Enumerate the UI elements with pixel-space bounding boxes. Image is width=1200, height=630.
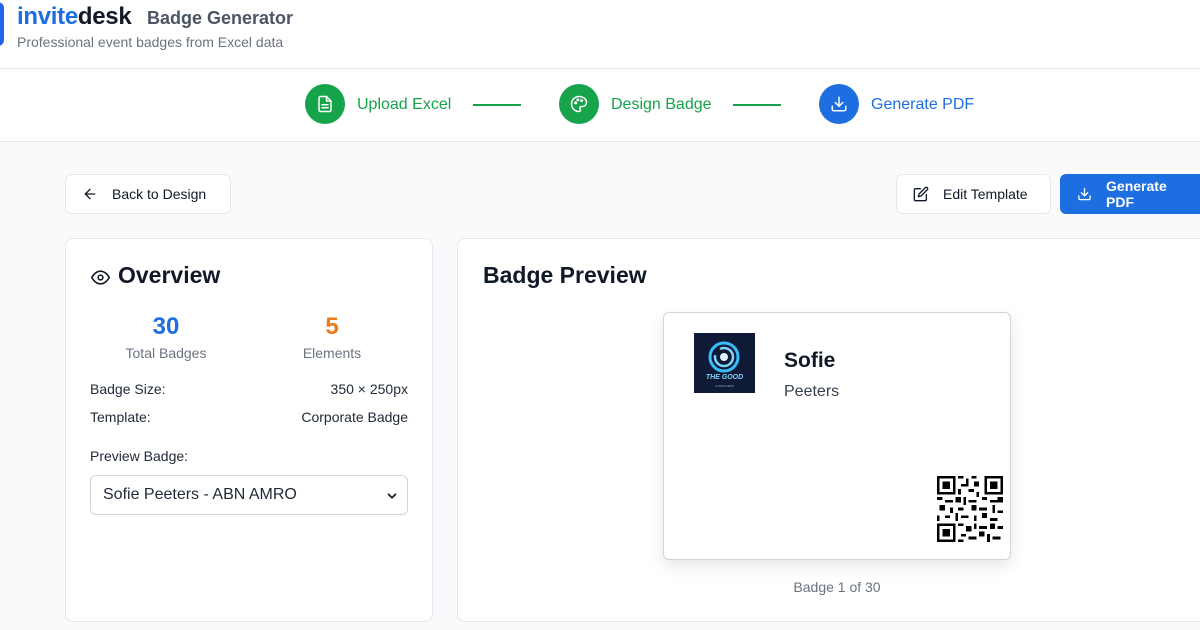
app-subtitle: Professional event badges from Excel dat…: [17, 34, 284, 50]
back-to-design-button[interactable]: Back to Design: [65, 174, 231, 214]
step-connector-1: [473, 104, 521, 106]
logo-mark: [0, 2, 4, 46]
edit-template-label: Edit Template: [943, 186, 1028, 202]
chevron-down-icon: [387, 493, 397, 499]
step-generate-pdf-label: Generate PDF: [871, 96, 975, 113]
eye-icon: [91, 270, 110, 285]
generate-pdf-label: Generate PDF: [1106, 178, 1167, 210]
brand-part-invite: invite: [17, 3, 78, 30]
app-header: invitedesk Badge Generator Professional …: [0, 0, 1200, 69]
step-connector-2: [733, 104, 781, 106]
qr-code: [937, 476, 1003, 542]
company-logo: THE GOOD & PARTNERS: [694, 333, 755, 393]
template-value: Corporate Badge: [301, 409, 408, 425]
edit-template-button[interactable]: Edit Template: [896, 174, 1051, 214]
step-upload-excel-label: Upload Excel: [357, 96, 452, 113]
step-design-badge-circle[interactable]: [559, 84, 599, 124]
arrow-left-icon: [84, 188, 96, 200]
preview-badge-select[interactable]: Sofie Peeters - ABN AMRO: [90, 475, 408, 515]
overview-card: Overview 30 Total Badges 5 Elements Badg…: [65, 238, 433, 622]
download-icon: [1078, 187, 1091, 201]
total-badges-count: 30: [152, 313, 180, 340]
edit-icon: [913, 186, 929, 202]
back-to-design-label: Back to Design: [112, 186, 207, 202]
download-icon: [831, 96, 847, 112]
badge-preview-title: Badge Preview: [483, 262, 647, 288]
badge-size-value: 350 × 250px: [330, 381, 408, 397]
step-generate-pdf-circle[interactable]: [819, 84, 859, 124]
progress-stepper: Upload Excel Design Badge Generate PDF: [0, 69, 1200, 142]
logo-text: THE GOOD: [705, 374, 744, 381]
elements-count: 5: [325, 313, 339, 340]
badge-last-name: Peeters: [784, 383, 840, 400]
step-upload-excel-circle[interactable]: [305, 84, 345, 124]
template-label: Template:: [90, 409, 151, 425]
preview-badge-label: Preview Badge:: [90, 448, 189, 464]
brand-part-desk: desk: [77, 3, 132, 30]
generate-pdf-button[interactable]: Generate PDF: [1060, 174, 1200, 214]
step-design-badge-label: Design Badge: [611, 96, 712, 113]
palette-icon: [570, 95, 588, 113]
swirl-logo-icon: [708, 341, 740, 373]
brand-logo[interactable]: invitedesk: [17, 3, 132, 31]
badge-first-name: Sofie: [784, 349, 836, 372]
badge-size-label: Badge Size:: [90, 381, 166, 397]
file-icon: [318, 95, 332, 113]
preview-badge-selected: Sofie Peeters - ABN AMRO: [103, 486, 297, 503]
total-badges-label: Total Badges: [125, 345, 207, 361]
badge-preview: THE GOOD & PARTNERS Sofie Peeters: [663, 312, 1011, 560]
overview-title: Overview: [118, 262, 221, 288]
elements-label: Elements: [302, 345, 362, 361]
logo-subtext: & PARTNERS: [715, 384, 734, 388]
badge-counter: Badge 1 of 30: [793, 579, 881, 595]
app-title: Badge Generator: [147, 8, 294, 28]
